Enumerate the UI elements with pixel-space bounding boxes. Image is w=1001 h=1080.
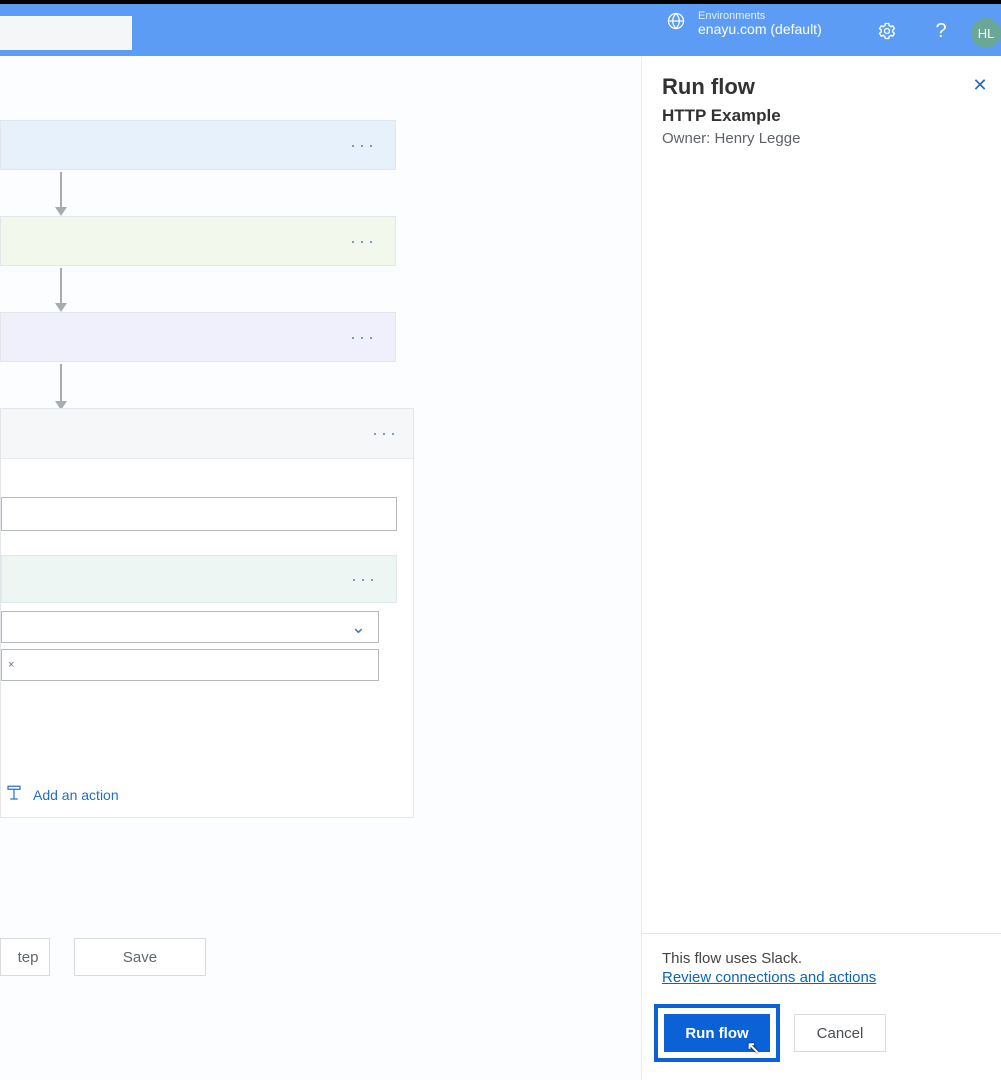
text-field[interactable]: [1, 497, 397, 531]
cursor-icon: ↖: [747, 1038, 760, 1058]
more-icon[interactable]: ···: [372, 423, 399, 444]
panel-title: Run flow: [662, 74, 981, 100]
avatar-initials: HL: [978, 26, 995, 41]
flow-step-expanded: ··· ··· ⌄ × A: [0, 408, 414, 818]
add-action-button[interactable]: Add an action: [5, 784, 119, 805]
flow-step[interactable]: ···: [0, 120, 396, 170]
dropdown-field[interactable]: ⌄: [1, 611, 379, 643]
new-step-button[interactable]: tep: [0, 938, 50, 976]
more-icon[interactable]: ···: [350, 135, 377, 156]
chip-remove-icon[interactable]: ×: [8, 659, 14, 671]
avatar[interactable]: HL: [971, 18, 1001, 48]
app-header: Environments enayu.com (default) ? HL: [0, 4, 1001, 56]
chevron-down-icon: ⌄: [351, 617, 366, 638]
globe-icon: [666, 11, 686, 36]
more-icon[interactable]: ···: [350, 231, 377, 252]
flow-step[interactable]: ···: [0, 216, 396, 266]
run-flow-panel: Run flow ✕ HTTP Example Owner: Henry Leg…: [641, 56, 1001, 1080]
cancel-button[interactable]: Cancel: [794, 1014, 886, 1052]
arrow-icon: [60, 364, 62, 408]
run-flow-button[interactable]: Run flow ↖: [664, 1014, 770, 1052]
flow-step-header[interactable]: ···: [1, 409, 413, 459]
review-connections-link[interactable]: Review connections and actions: [662, 969, 876, 986]
save-button[interactable]: Save: [74, 938, 206, 976]
flow-footer-buttons: tep Save: [0, 938, 206, 976]
arrow-icon: [60, 172, 62, 214]
environment-picker[interactable]: Environments enayu.com (default): [666, 10, 822, 37]
flow-name: HTTP Example: [662, 106, 981, 126]
connections-info: This flow uses Slack.: [662, 950, 981, 967]
add-action-label: Add an action: [33, 787, 119, 803]
token-field[interactable]: ×: [1, 649, 379, 681]
close-button[interactable]: ✕: [965, 70, 995, 100]
add-action-icon: [5, 784, 23, 805]
arrow-icon: [60, 268, 62, 310]
settings-button[interactable]: [876, 20, 898, 42]
flow-owner: Owner: Henry Legge: [662, 130, 981, 147]
run-button-highlight: Run flow ↖: [654, 1004, 780, 1062]
help-button[interactable]: ?: [930, 20, 952, 42]
search-input[interactable]: [0, 16, 132, 50]
more-icon[interactable]: ···: [350, 327, 377, 348]
flow-inner-step[interactable]: ···: [1, 555, 397, 603]
environment-text: Environments enayu.com (default): [698, 10, 822, 37]
flow-step[interactable]: ···: [0, 312, 396, 362]
close-icon: ✕: [972, 75, 987, 96]
more-icon[interactable]: ···: [351, 569, 378, 590]
environment-value: enayu.com (default): [698, 22, 822, 37]
